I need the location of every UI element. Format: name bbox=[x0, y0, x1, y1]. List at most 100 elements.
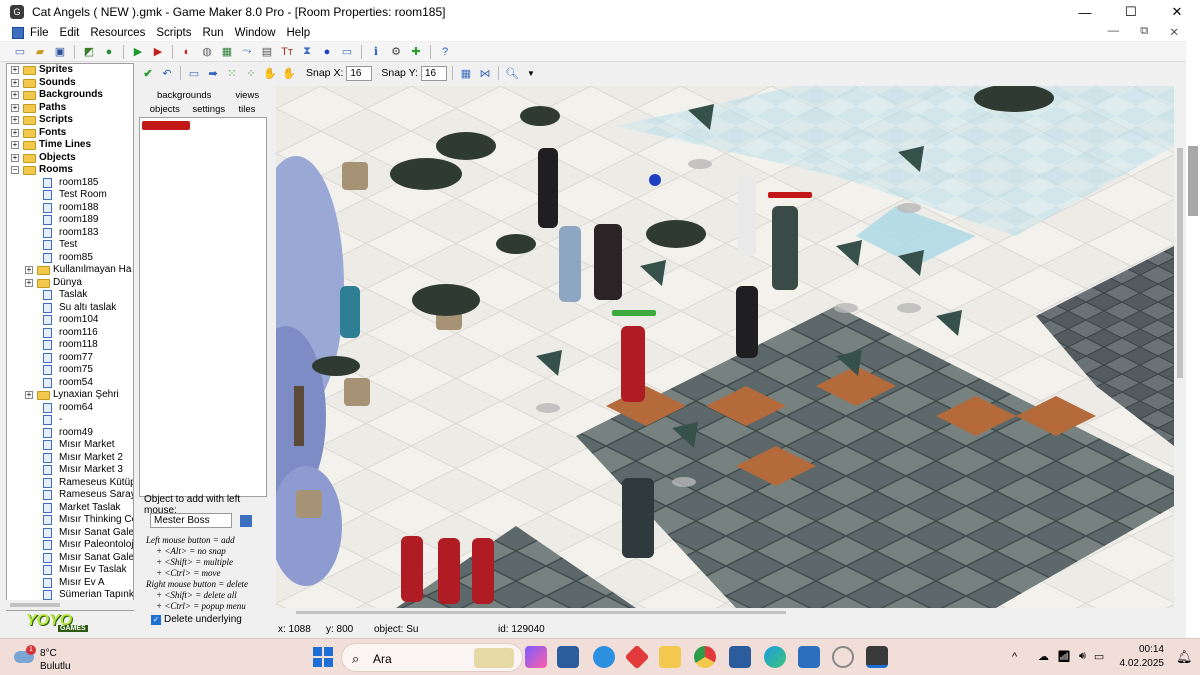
file-explorer-icon[interactable] bbox=[659, 646, 681, 668]
tray-caret-icon[interactable]: ^ bbox=[1012, 651, 1017, 663]
lock-instances-icon[interactable]: ✋ bbox=[262, 65, 278, 81]
canvas-vertical-scrollbar[interactable] bbox=[1174, 86, 1186, 608]
close-button[interactable]: ✕ bbox=[1154, 0, 1200, 24]
menu-file[interactable]: File bbox=[30, 27, 49, 39]
document-icon[interactable] bbox=[12, 26, 24, 39]
object-to-add-field[interactable]: Mester Boss bbox=[150, 513, 232, 528]
clock-time[interactable]: 00:14 bbox=[1128, 644, 1164, 655]
tree-folder-item[interactable]: − Rooms bbox=[7, 164, 133, 177]
clear-room-icon[interactable]: ▭ bbox=[186, 65, 202, 81]
clock-date[interactable]: 4.02.2025 bbox=[1118, 658, 1165, 669]
expand-icon[interactable]: + bbox=[11, 66, 19, 74]
chat-icon[interactable] bbox=[593, 646, 615, 668]
tree-folder-item[interactable]: + Lynaxian Şehri bbox=[7, 389, 133, 402]
tree-room-item[interactable]: room77 bbox=[7, 352, 133, 365]
mdi-minimize-button[interactable]: — bbox=[1108, 25, 1120, 39]
tree-room-item[interactable]: Mısır Sanat Gale bbox=[7, 552, 133, 565]
help-icon[interactable]: ? bbox=[437, 44, 453, 60]
expand-icon[interactable]: + bbox=[25, 391, 33, 399]
tree-room-item[interactable]: room189 bbox=[7, 214, 133, 227]
add-timeline-icon[interactable]: ⧗ bbox=[299, 44, 315, 60]
collapse-icon[interactable]: − bbox=[11, 166, 19, 174]
undo-icon[interactable]: ↶ bbox=[159, 65, 175, 81]
expand-icon[interactable]: + bbox=[11, 91, 19, 99]
photos-icon[interactable] bbox=[798, 646, 820, 668]
chrome-icon[interactable] bbox=[694, 646, 716, 668]
tree-room-item[interactable]: Mısır Ev Taslak bbox=[7, 564, 133, 577]
tree-room-item[interactable]: Rameseus Saray bbox=[7, 489, 133, 502]
global-settings-icon[interactable]: ⚙ bbox=[388, 44, 404, 60]
outer-scrollbar[interactable] bbox=[1186, 41, 1200, 638]
volume-icon[interactable]: 🔊︎ bbox=[1079, 650, 1086, 663]
taskbar-search[interactable]: ⌕ Ara bbox=[341, 643, 523, 672]
tree-room-item[interactable]: Su altı taslak bbox=[7, 302, 133, 315]
extensions-icon[interactable]: ✚ bbox=[408, 44, 424, 60]
game-info-icon[interactable]: ℹ bbox=[368, 44, 384, 60]
tree-folder-item[interactable]: + Sprites bbox=[7, 64, 133, 77]
tree-folder-item[interactable]: + Kullanılmayan Ha bbox=[7, 264, 133, 277]
tree-room-item[interactable]: room64 bbox=[7, 402, 133, 415]
sort-y-icon[interactable]: ⁘ bbox=[243, 65, 259, 81]
notification-bell-icon[interactable]: 🔔︎ bbox=[1176, 649, 1193, 665]
tree-room-item[interactable]: room49 bbox=[7, 427, 133, 440]
tree-room-item[interactable]: room118 bbox=[7, 339, 133, 352]
chevron-down-icon[interactable]: ▼ bbox=[523, 65, 539, 81]
sort-x-icon[interactable]: ⁙ bbox=[224, 65, 240, 81]
tree-folder-item[interactable]: + Time Lines bbox=[7, 139, 133, 152]
new-file-icon[interactable]: ▭ bbox=[12, 44, 28, 60]
create-executable-icon[interactable]: ◩ bbox=[81, 44, 97, 60]
tree-folder-item[interactable]: + Scripts bbox=[7, 114, 133, 127]
add-script-icon[interactable]: ▤ bbox=[259, 44, 275, 60]
add-sprite-icon[interactable]: ◐ bbox=[179, 44, 195, 60]
tree-room-item[interactable]: Mısır Market 3 bbox=[7, 464, 133, 477]
tree-room-item[interactable]: Mısır Thinking Co bbox=[7, 514, 133, 527]
word-icon[interactable] bbox=[729, 646, 751, 668]
minimize-button[interactable]: — bbox=[1062, 0, 1108, 24]
tree-folder-item[interactable]: + Objects bbox=[7, 152, 133, 165]
tree-horizontal-scrollbar[interactable] bbox=[6, 600, 134, 610]
tree-room-item[interactable]: - bbox=[7, 414, 133, 427]
grid-icon[interactable]: ▦ bbox=[458, 65, 474, 81]
tree-folder-item[interactable]: + Dünya bbox=[7, 277, 133, 290]
selected-object-sprite[interactable] bbox=[142, 121, 190, 130]
tree-room-item[interactable]: Mısır Market bbox=[7, 439, 133, 452]
mdi-restore-button[interactable]: ⧉ bbox=[1140, 25, 1148, 39]
app-circle-icon[interactable] bbox=[832, 646, 854, 668]
tree-room-item[interactable]: Mısır Paleontoloji bbox=[7, 539, 133, 552]
add-path-icon[interactable]: ⤳ bbox=[239, 44, 255, 60]
app-diamond-icon[interactable] bbox=[624, 644, 650, 670]
snap-y-field[interactable]: 16 bbox=[420, 65, 447, 81]
battery-icon[interactable]: ▭ bbox=[1094, 650, 1104, 663]
copilot-icon[interactable] bbox=[525, 646, 547, 668]
tree-room-item[interactable]: room188 bbox=[7, 202, 133, 215]
isometric-grid-icon[interactable]: ⋈ bbox=[477, 65, 493, 81]
expand-icon[interactable]: + bbox=[11, 153, 19, 162]
tree-room-item[interactable]: room75 bbox=[7, 364, 133, 377]
tree-room-item[interactable]: Rameseus Kütüp bbox=[7, 477, 133, 490]
tab-backgrounds[interactable]: backgrounds bbox=[140, 90, 228, 103]
menu-edit[interactable]: Edit bbox=[60, 27, 80, 39]
tree-room-item[interactable]: room104 bbox=[7, 314, 133, 327]
add-font-icon[interactable]: Tт bbox=[279, 44, 295, 60]
onedrive-icon[interactable]: ☁ bbox=[1038, 650, 1049, 663]
resource-tree[interactable]: + Sprites + Sounds + Backgrounds + Paths + Script… bbox=[6, 63, 134, 611]
gamemaker-taskbar-icon[interactable] bbox=[866, 646, 888, 668]
wifi-icon[interactable]: 📶︎ bbox=[1057, 650, 1071, 663]
expand-icon[interactable]: + bbox=[11, 78, 19, 87]
tree-room-item[interactable]: Mısır Sanat Gale bbox=[7, 527, 133, 540]
tree-room-item[interactable]: room85 bbox=[7, 252, 133, 265]
tree-room-item[interactable]: room116 bbox=[7, 327, 133, 340]
tab-settings[interactable]: settings bbox=[190, 104, 228, 117]
tree-room-item[interactable]: Mısır Ev A bbox=[7, 577, 133, 590]
expand-icon[interactable]: + bbox=[25, 266, 33, 274]
tree-room-item[interactable]: Taslak bbox=[7, 289, 133, 302]
expand-icon[interactable]: + bbox=[11, 128, 19, 137]
tree-folder-item[interactable]: + Fonts bbox=[7, 127, 133, 140]
tab-tiles[interactable]: tiles bbox=[228, 104, 266, 117]
add-room-icon[interactable]: ▭ bbox=[339, 44, 355, 60]
delete-underlying-checkbox[interactable]: ✓ bbox=[151, 615, 161, 625]
add-object-icon[interactable]: ● bbox=[319, 44, 335, 60]
tree-room-item[interactable]: Mısır Market 2 bbox=[7, 452, 133, 465]
tree-room-item[interactable]: Test Room bbox=[7, 189, 133, 202]
canvas-horizontal-scrollbar[interactable] bbox=[276, 608, 1174, 616]
